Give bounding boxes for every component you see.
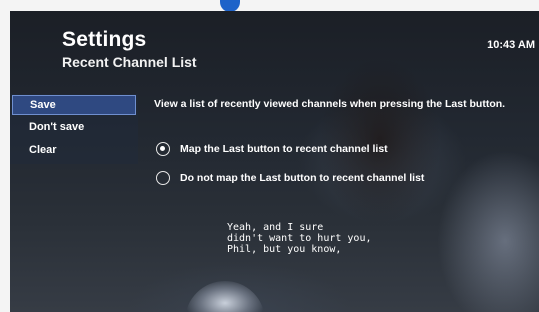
setting-description: View a list of recently viewed channels …: [154, 98, 506, 110]
clear-button[interactable]: Clear: [12, 140, 136, 160]
radio-unchecked-icon[interactable]: [156, 171, 170, 185]
background-lamp: [185, 281, 265, 312]
action-menu: Save Don't save Clear: [10, 94, 138, 164]
option-label: Do not map the Last button to recent cha…: [180, 172, 425, 184]
save-button[interactable]: Save: [12, 95, 136, 115]
option-map-last-button[interactable]: Map the Last button to recent channel li…: [156, 141, 388, 157]
dont-save-button[interactable]: Don't save: [12, 117, 136, 137]
caption-line: Yeah, and I sure: [227, 222, 324, 233]
closed-caption: Yeah, and I sure didn't want to hurt you…: [227, 222, 372, 255]
option-do-not-map-last-button[interactable]: Do not map the Last button to recent cha…: [156, 170, 424, 186]
tv-screen: Settings Recent Channel List 10:43 AM Sa…: [10, 11, 539, 312]
radio-checked-icon[interactable]: [156, 142, 170, 156]
caption-line: Phil, but you know,: [227, 244, 342, 255]
page-subtitle: Recent Channel List: [62, 54, 197, 70]
clock: 10:43 AM: [487, 39, 535, 51]
caption-line: didn't want to hurt you,: [227, 233, 372, 244]
option-label: Map the Last button to recent channel li…: [180, 143, 388, 155]
page-title: Settings: [62, 28, 147, 51]
photo-frame: Settings Recent Channel List 10:43 AM Sa…: [0, 0, 539, 312]
